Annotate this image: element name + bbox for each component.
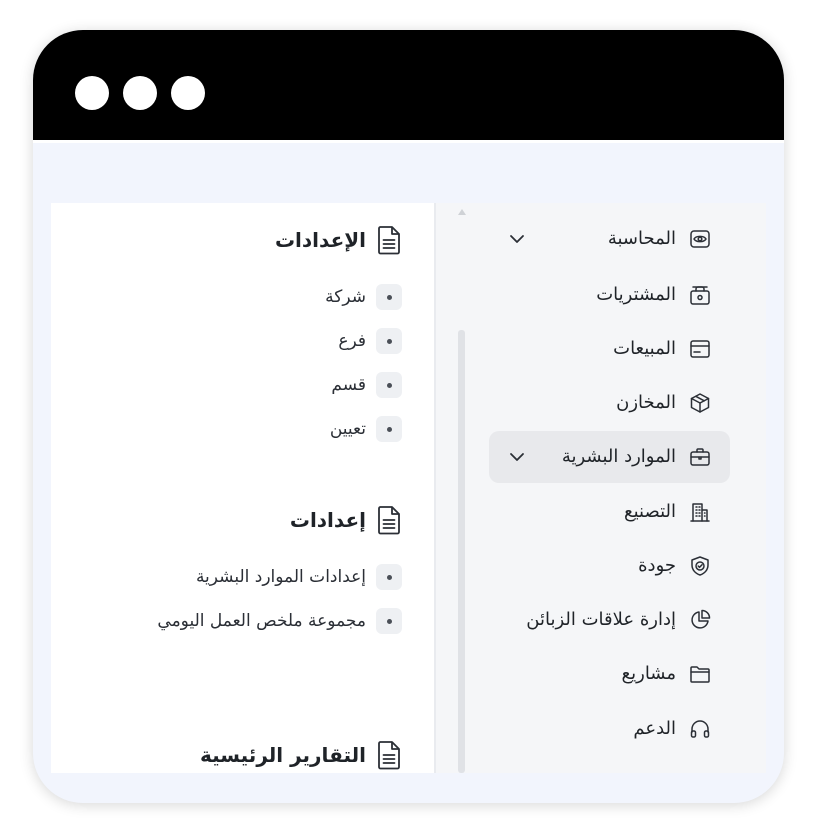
link-label: مجموعة ملخص العمل اليومي bbox=[157, 611, 366, 631]
minimize-window-button[interactable] bbox=[123, 76, 157, 110]
link-label: إعدادات الموارد البشرية bbox=[195, 567, 366, 587]
app-window: الإعدادات شركة فرع قسم تعيين إعدادات إعد… bbox=[33, 30, 784, 803]
close-window-button[interactable] bbox=[75, 76, 109, 110]
link-daily-work-summary-group[interactable]: مجموعة ملخص العمل اليومي bbox=[157, 607, 402, 635]
link-branch[interactable]: فرع bbox=[338, 327, 402, 355]
sidebar-item-label: المشتريات bbox=[596, 284, 676, 305]
bag-icon bbox=[688, 283, 712, 307]
sidebar-item-label: المبيعات bbox=[613, 338, 676, 359]
section-title: إعدادات bbox=[289, 508, 366, 532]
section-title: التقارير الرئيسية bbox=[200, 743, 366, 767]
headphones-icon bbox=[688, 717, 712, 741]
eye-icon bbox=[688, 227, 712, 251]
card-icon bbox=[688, 337, 712, 361]
sidebar-item-label: المحاسبة bbox=[607, 228, 676, 249]
workspace-panel: الإعدادات شركة فرع قسم تعيين إعدادات إعد… bbox=[51, 203, 766, 773]
bullet-icon bbox=[376, 608, 402, 634]
bullet-icon bbox=[376, 564, 402, 590]
link-hr-settings[interactable]: إعدادات الموارد البشرية bbox=[196, 563, 402, 591]
bullet-icon bbox=[376, 372, 402, 398]
pie-chart-icon bbox=[688, 608, 712, 632]
chevron-down-icon[interactable] bbox=[507, 447, 527, 467]
title-bar-divider bbox=[33, 140, 784, 143]
sidebar-item-support[interactable]: الدعم bbox=[489, 703, 730, 755]
module-content: الإعدادات شركة فرع قسم تعيين إعدادات إعد… bbox=[51, 203, 434, 773]
sidebar-item-buying[interactable]: المشتريات bbox=[489, 269, 730, 321]
shield-check-icon bbox=[688, 554, 712, 578]
sidebar-item-hr[interactable]: الموارد البشرية bbox=[489, 431, 730, 483]
sidebar-item-label: الدعم bbox=[633, 718, 676, 739]
link-label: شركة bbox=[325, 287, 366, 307]
chevron-down-icon[interactable] bbox=[507, 229, 527, 249]
scrollbar[interactable] bbox=[458, 330, 465, 773]
bullet-icon bbox=[376, 284, 402, 310]
sidebar-item-label: المخازن bbox=[616, 392, 676, 413]
sidebar-item-stock[interactable]: المخازن bbox=[489, 377, 730, 429]
building-icon bbox=[688, 500, 712, 524]
link-label: فرع bbox=[338, 331, 366, 351]
title-bar bbox=[33, 30, 784, 140]
sidebar-item-quality[interactable]: جودة bbox=[489, 540, 730, 592]
sidebar-item-label: إدارة علاقات الزبائن bbox=[526, 609, 676, 630]
link-label: تعيين bbox=[329, 419, 366, 439]
sidebar-item-accounting[interactable]: المحاسبة bbox=[489, 213, 730, 265]
bullet-icon bbox=[376, 416, 402, 442]
box-icon bbox=[688, 391, 712, 415]
sidebar-item-label: جودة bbox=[638, 555, 676, 576]
link-designation[interactable]: تعيين bbox=[330, 415, 402, 443]
link-company[interactable]: شركة bbox=[325, 283, 402, 311]
section-header-settings: الإعدادات bbox=[275, 224, 402, 256]
sidebar-item-label: مشاريع bbox=[621, 663, 676, 684]
scroll-up-arrow[interactable] bbox=[458, 209, 466, 215]
document-icon bbox=[376, 740, 402, 770]
link-department[interactable]: قسم bbox=[331, 371, 402, 399]
document-icon bbox=[376, 505, 402, 535]
briefcase-icon bbox=[688, 445, 712, 469]
sidebar-item-selling[interactable]: المبيعات bbox=[489, 323, 730, 375]
link-label: قسم bbox=[331, 375, 366, 395]
folder-icon bbox=[688, 662, 712, 686]
sidebar-item-manufacturing[interactable]: التصنيع bbox=[489, 486, 730, 538]
sidebar-item-label: التصنيع bbox=[624, 501, 676, 522]
section-header-key-reports: التقارير الرئيسية bbox=[200, 739, 402, 771]
sidebar-item-projects[interactable]: مشاريع bbox=[489, 648, 730, 700]
sidebar-item-label: الموارد البشرية bbox=[561, 446, 676, 467]
maximize-window-button[interactable] bbox=[171, 76, 205, 110]
bullet-icon bbox=[376, 328, 402, 354]
document-icon bbox=[376, 225, 402, 255]
section-title: الإعدادات bbox=[274, 228, 366, 252]
sidebar-item-crm[interactable]: إدارة علاقات الزبائن bbox=[489, 594, 730, 646]
section-header-hr-settings: إعدادات bbox=[290, 504, 402, 536]
sidebar: المحاسبة المشتريات المبيعات المخازن المو… bbox=[436, 203, 766, 773]
